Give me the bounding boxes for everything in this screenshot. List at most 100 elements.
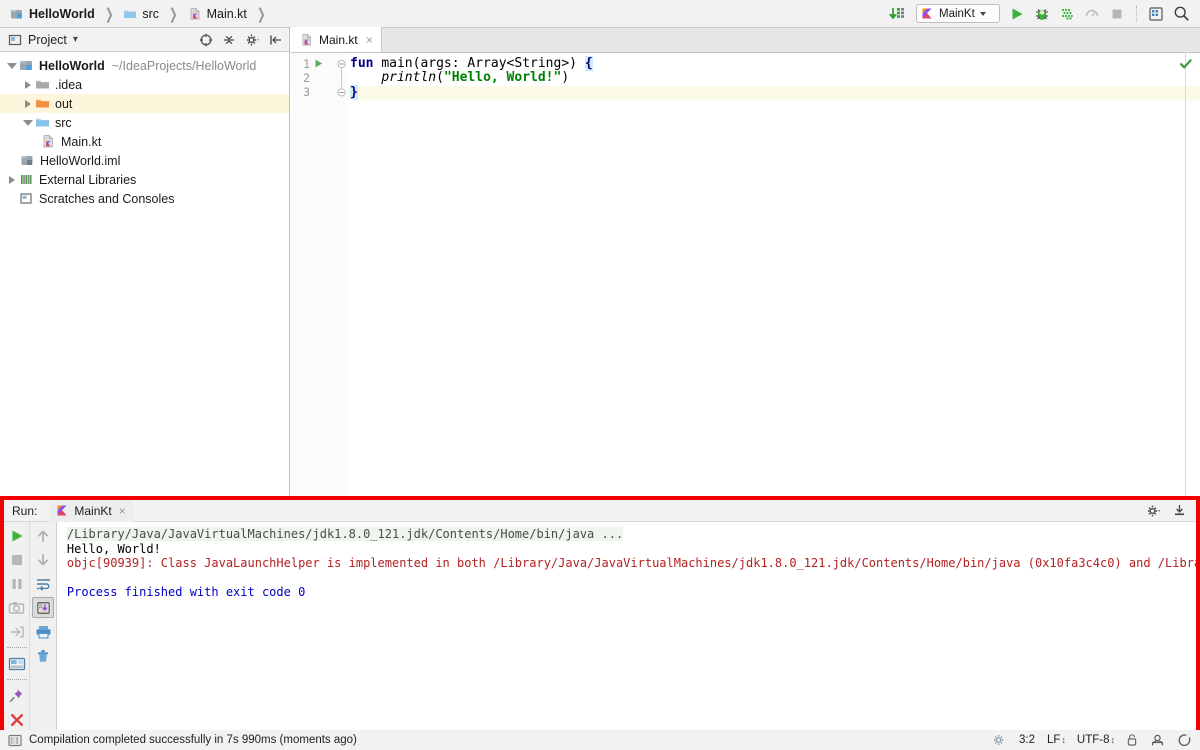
iml-file-icon bbox=[20, 153, 35, 168]
run-toolbar-right bbox=[30, 522, 56, 730]
run-configuration-selector[interactable]: MainKt bbox=[916, 4, 1000, 23]
line-separator-selector[interactable]: LF ↕ bbox=[1047, 734, 1065, 746]
tree-twisty[interactable] bbox=[4, 176, 19, 184]
console-line bbox=[67, 571, 1196, 586]
tree-item-idea[interactable]: .idea bbox=[0, 75, 289, 94]
collapse-all-icon[interactable] bbox=[222, 33, 236, 47]
soft-wrap-icon[interactable] bbox=[32, 573, 54, 594]
inspections-circle-icon[interactable] bbox=[1177, 733, 1192, 748]
updown-icon: ↕ bbox=[1111, 735, 1115, 745]
tree-item-label: Scratches and Consoles bbox=[39, 192, 175, 206]
close-red-icon[interactable] bbox=[6, 709, 28, 730]
libraries-icon bbox=[19, 172, 34, 187]
breadcrumb-separator: ❯ bbox=[253, 5, 270, 23]
tree-item-scratches[interactable]: Scratches and Consoles bbox=[0, 189, 289, 208]
trash-icon[interactable] bbox=[32, 645, 54, 666]
close-icon[interactable]: × bbox=[366, 33, 373, 47]
tree-item-label: src bbox=[55, 116, 72, 130]
code-indent bbox=[350, 70, 381, 85]
brace-close: } bbox=[350, 85, 358, 100]
breadcrumb-item-src[interactable]: src bbox=[121, 7, 161, 21]
folder-gray-icon bbox=[35, 77, 50, 92]
tree-item-helloworld[interactable]: HelloWorld ~/IdeaProjects/HelloWorld bbox=[0, 56, 289, 75]
layout-icon[interactable] bbox=[6, 653, 28, 674]
background-gear-icon[interactable] bbox=[992, 733, 1007, 747]
line-number: 3 bbox=[303, 85, 310, 99]
run-tab-mainkt[interactable]: MainKt × bbox=[49, 500, 132, 522]
inspection-ok-checkmark[interactable] bbox=[1179, 57, 1193, 71]
camera-icon bbox=[6, 597, 28, 618]
run-icon[interactable] bbox=[1009, 6, 1025, 22]
line-number: 2 bbox=[303, 71, 310, 85]
run-gutter-icon[interactable] bbox=[313, 58, 324, 69]
editor-body[interactable]: 1 2 3 fun main(args: Array<String>) { bbox=[291, 53, 1200, 496]
pin-icon[interactable] bbox=[6, 685, 28, 706]
tree-twisty[interactable] bbox=[20, 100, 35, 108]
scroll-to-end-icon[interactable] bbox=[32, 597, 54, 618]
project-tree: HelloWorld ~/IdeaProjects/HelloWorld .id… bbox=[0, 52, 289, 208]
tree-item-label: HelloWorld.iml bbox=[40, 154, 120, 168]
code-text[interactable]: fun main(args: Array<String>) { println(… bbox=[347, 53, 1200, 496]
console-line: Hello, World! bbox=[67, 542, 1196, 557]
editor-right-separator bbox=[1185, 53, 1186, 496]
encoding-label: UTF-8 bbox=[1077, 734, 1110, 746]
project-panel-header: Project ▾ bbox=[0, 28, 289, 52]
tree-item-main-kt[interactable]: Main.kt bbox=[0, 132, 289, 151]
gear-icon[interactable] bbox=[245, 33, 260, 47]
breadcrumb-label: src bbox=[142, 7, 159, 21]
tree-item-path: ~/IdeaProjects/HelloWorld bbox=[112, 59, 257, 73]
tree-item-out[interactable]: out bbox=[0, 94, 289, 113]
status-bar-right: 3:2 LF ↕ UTF-8 ↕ bbox=[992, 733, 1192, 748]
breadcrumb-item-project[interactable]: HelloWorld bbox=[8, 7, 97, 21]
stop-button bbox=[6, 549, 28, 570]
tree-twisty[interactable] bbox=[4, 63, 19, 69]
module-icon bbox=[10, 7, 24, 21]
caret-position-label: 3:2 bbox=[1019, 734, 1035, 746]
project-panel-title: Project bbox=[28, 33, 67, 47]
coverage-icon[interactable] bbox=[1059, 6, 1075, 22]
navigation-bar: HelloWorld ❯ src ❯ bbox=[0, 0, 1200, 28]
tree-twisty[interactable] bbox=[20, 81, 35, 89]
print-icon[interactable] bbox=[32, 621, 54, 642]
update-project-icon[interactable] bbox=[889, 6, 907, 22]
project-panel-dropdown[interactable]: ▾ bbox=[73, 34, 78, 45]
debug-icon[interactable] bbox=[1034, 6, 1050, 22]
hide-icon[interactable] bbox=[269, 33, 283, 47]
tree-item-external-libraries[interactable]: External Libraries bbox=[0, 170, 289, 189]
tree-item-iml[interactable]: HelloWorld.iml bbox=[0, 151, 289, 170]
rerun-button[interactable] bbox=[6, 525, 28, 546]
event-log-icon[interactable] bbox=[8, 734, 22, 747]
tree-item-src[interactable]: src bbox=[0, 113, 289, 132]
hide-down-icon[interactable] bbox=[1172, 503, 1187, 518]
tree-item-label: Main.kt bbox=[61, 135, 101, 149]
breadcrumb-separator: ❯ bbox=[165, 5, 182, 23]
unlock-icon[interactable] bbox=[1126, 733, 1138, 747]
run-toolbar-left bbox=[4, 522, 30, 730]
paren-open: ( bbox=[436, 70, 444, 85]
editor-tab-strip: Main.kt × bbox=[291, 28, 1200, 53]
editor-area: Main.kt × 1 2 3 bbox=[291, 28, 1200, 496]
breadcrumb-label: Main.kt bbox=[207, 7, 247, 21]
structure-icon[interactable] bbox=[1148, 6, 1164, 22]
kotlin-file-icon bbox=[41, 134, 56, 149]
breadcrumb-item-file[interactable]: Main.kt bbox=[186, 7, 249, 21]
gear-icon[interactable] bbox=[1146, 504, 1162, 518]
caret-position[interactable]: 3:2 bbox=[1019, 734, 1035, 746]
keyword-fun: fun bbox=[350, 56, 381, 71]
person-icon[interactable] bbox=[1150, 733, 1165, 747]
tree-item-label: HelloWorld bbox=[39, 59, 105, 73]
close-icon[interactable]: × bbox=[119, 504, 126, 518]
target-icon[interactable] bbox=[199, 33, 213, 47]
console-output[interactable]: /Library/Java/JavaVirtualMachines/jdk1.8… bbox=[57, 522, 1196, 730]
search-icon[interactable] bbox=[1173, 5, 1190, 22]
editor-fold-column[interactable] bbox=[336, 53, 347, 496]
tree-twisty[interactable] bbox=[20, 120, 35, 126]
toolbar-divider bbox=[7, 647, 27, 648]
run-panel-label: Run: bbox=[12, 504, 37, 518]
status-message[interactable]: Compilation completed successfully in 7s… bbox=[29, 734, 357, 746]
editor-tab-main-kt[interactable]: Main.kt × bbox=[291, 27, 382, 52]
encoding-selector[interactable]: UTF-8 ↕ bbox=[1077, 734, 1114, 746]
editor-gutter[interactable]: 1 2 3 bbox=[291, 53, 336, 496]
function-println: println bbox=[381, 70, 436, 85]
string-literal: "Hello, World!" bbox=[444, 70, 561, 85]
